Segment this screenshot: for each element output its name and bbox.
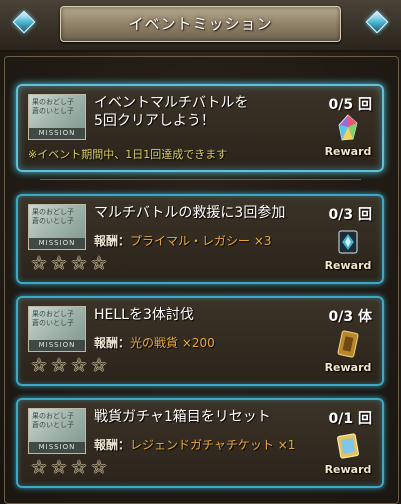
reward-value: レジェンドガチャチケット ×1 <box>130 438 296 452</box>
reward-text: 報酬：光の戦貨 ×200 <box>94 334 215 351</box>
mission-progress: 0/5 回 <box>328 97 372 113</box>
mission-card-hell-defeat[interactable]: 果のおどし子 蒼のいとし子 MISSION HELLを3体討伐 0/3 体 報酬… <box>16 296 384 386</box>
star-icon: ☆ <box>90 355 108 376</box>
mission-title-line: 5回クリアしよう！ <box>94 113 215 129</box>
star-icon: ☆ <box>90 457 108 478</box>
mission-progress: 0/3 体 <box>328 309 372 325</box>
mission-title: マルチバトルの救援に3回参加 <box>94 205 286 221</box>
page-title: イベントミッション <box>60 6 341 42</box>
star-icon: ☆ <box>90 253 108 274</box>
mission-thumbnail: 果のおどし子 蒼のいとし子 MISSION <box>28 204 86 250</box>
reward-text: 報酬：プライマル・レガシー ×3 <box>94 232 272 249</box>
star-icon: ☆ <box>50 355 68 376</box>
mission-note: ※イベント期間中、1日1回達成できます <box>28 148 228 161</box>
mission-thumbnail: 果のおどし子 蒼のいとし子 MISSION <box>28 94 86 140</box>
gacha-ticket-icon <box>337 433 359 459</box>
mission-window: イベントミッション 果のおどし子 蒼のいとし子 MISSION イベントマルチバ… <box>0 0 401 504</box>
reward-button[interactable]: Reward <box>322 228 374 274</box>
mission-thumb-label: MISSION <box>29 238 85 249</box>
star-rating: ☆ ☆ ☆ ☆ <box>30 458 110 477</box>
primal-legacy-icon <box>338 230 358 254</box>
star-icon: ☆ <box>30 355 48 376</box>
mission-title: 戦貨ガチャ1箱目をリセット <box>94 409 271 425</box>
mission-title: イベントマルチバトルを 5回クリアしよう！ <box>94 94 248 130</box>
crystal-icon <box>338 114 358 141</box>
mission-thumb-label: MISSION <box>29 340 85 351</box>
star-icon: ☆ <box>30 253 48 274</box>
mission-progress: 0/1 回 <box>328 411 372 427</box>
star-icon: ☆ <box>30 457 48 478</box>
reward-value: 光の戦貨 ×200 <box>130 336 215 350</box>
reward-button[interactable]: Reward <box>322 114 374 160</box>
star-icon: ☆ <box>70 457 88 478</box>
diamond-ornament-icon <box>365 10 389 34</box>
mission-thumbnail: 果のおどし子 蒼のいとし子 MISSION <box>28 408 86 454</box>
star-icon: ☆ <box>70 253 88 274</box>
reward-text: 報酬：レジェンドガチャチケット ×1 <box>94 436 295 453</box>
mission-thumb-label: MISSION <box>29 128 85 139</box>
mission-title: HELLを3体討伐 <box>94 307 194 323</box>
mission-card-event-multi[interactable]: 果のおどし子 蒼のいとし子 MISSION イベントマルチバトルを 5回クリアし… <box>16 84 384 172</box>
reward-button[interactable]: Reward <box>322 432 374 478</box>
star-rating: ☆ ☆ ☆ ☆ <box>30 356 110 375</box>
star-icon: ☆ <box>70 355 88 376</box>
diamond-ornament-icon <box>12 10 36 34</box>
war-medal-icon <box>337 330 359 358</box>
star-icon: ☆ <box>50 457 68 478</box>
reward-key: 報酬： <box>94 234 131 248</box>
reward-button[interactable]: Reward <box>322 330 374 376</box>
reward-key: 報酬： <box>94 336 131 350</box>
star-icon: ☆ <box>50 253 68 274</box>
header-bar: イベントミッション <box>0 0 401 52</box>
reward-key: 報酬： <box>94 438 131 452</box>
mission-thumb-label: MISSION <box>29 442 85 453</box>
mission-title-line: イベントマルチバトルを <box>94 95 249 111</box>
section-divider <box>40 179 361 180</box>
mission-progress: 0/3 回 <box>328 207 372 223</box>
reward-value: プライマル・レガシー ×3 <box>130 234 272 248</box>
mission-card-multi-assist[interactable]: 果のおどし子 蒼のいとし子 MISSION マルチバトルの救援に3回参加 0/3… <box>16 194 384 284</box>
mission-card-gacha-reset[interactable]: 果のおどし子 蒼のいとし子 MISSION 戦貨ガチャ1箱目をリセット 0/1 … <box>16 398 384 488</box>
star-rating: ☆ ☆ ☆ ☆ <box>30 254 110 273</box>
mission-thumbnail: 果のおどし子 蒼のいとし子 MISSION <box>28 306 86 352</box>
